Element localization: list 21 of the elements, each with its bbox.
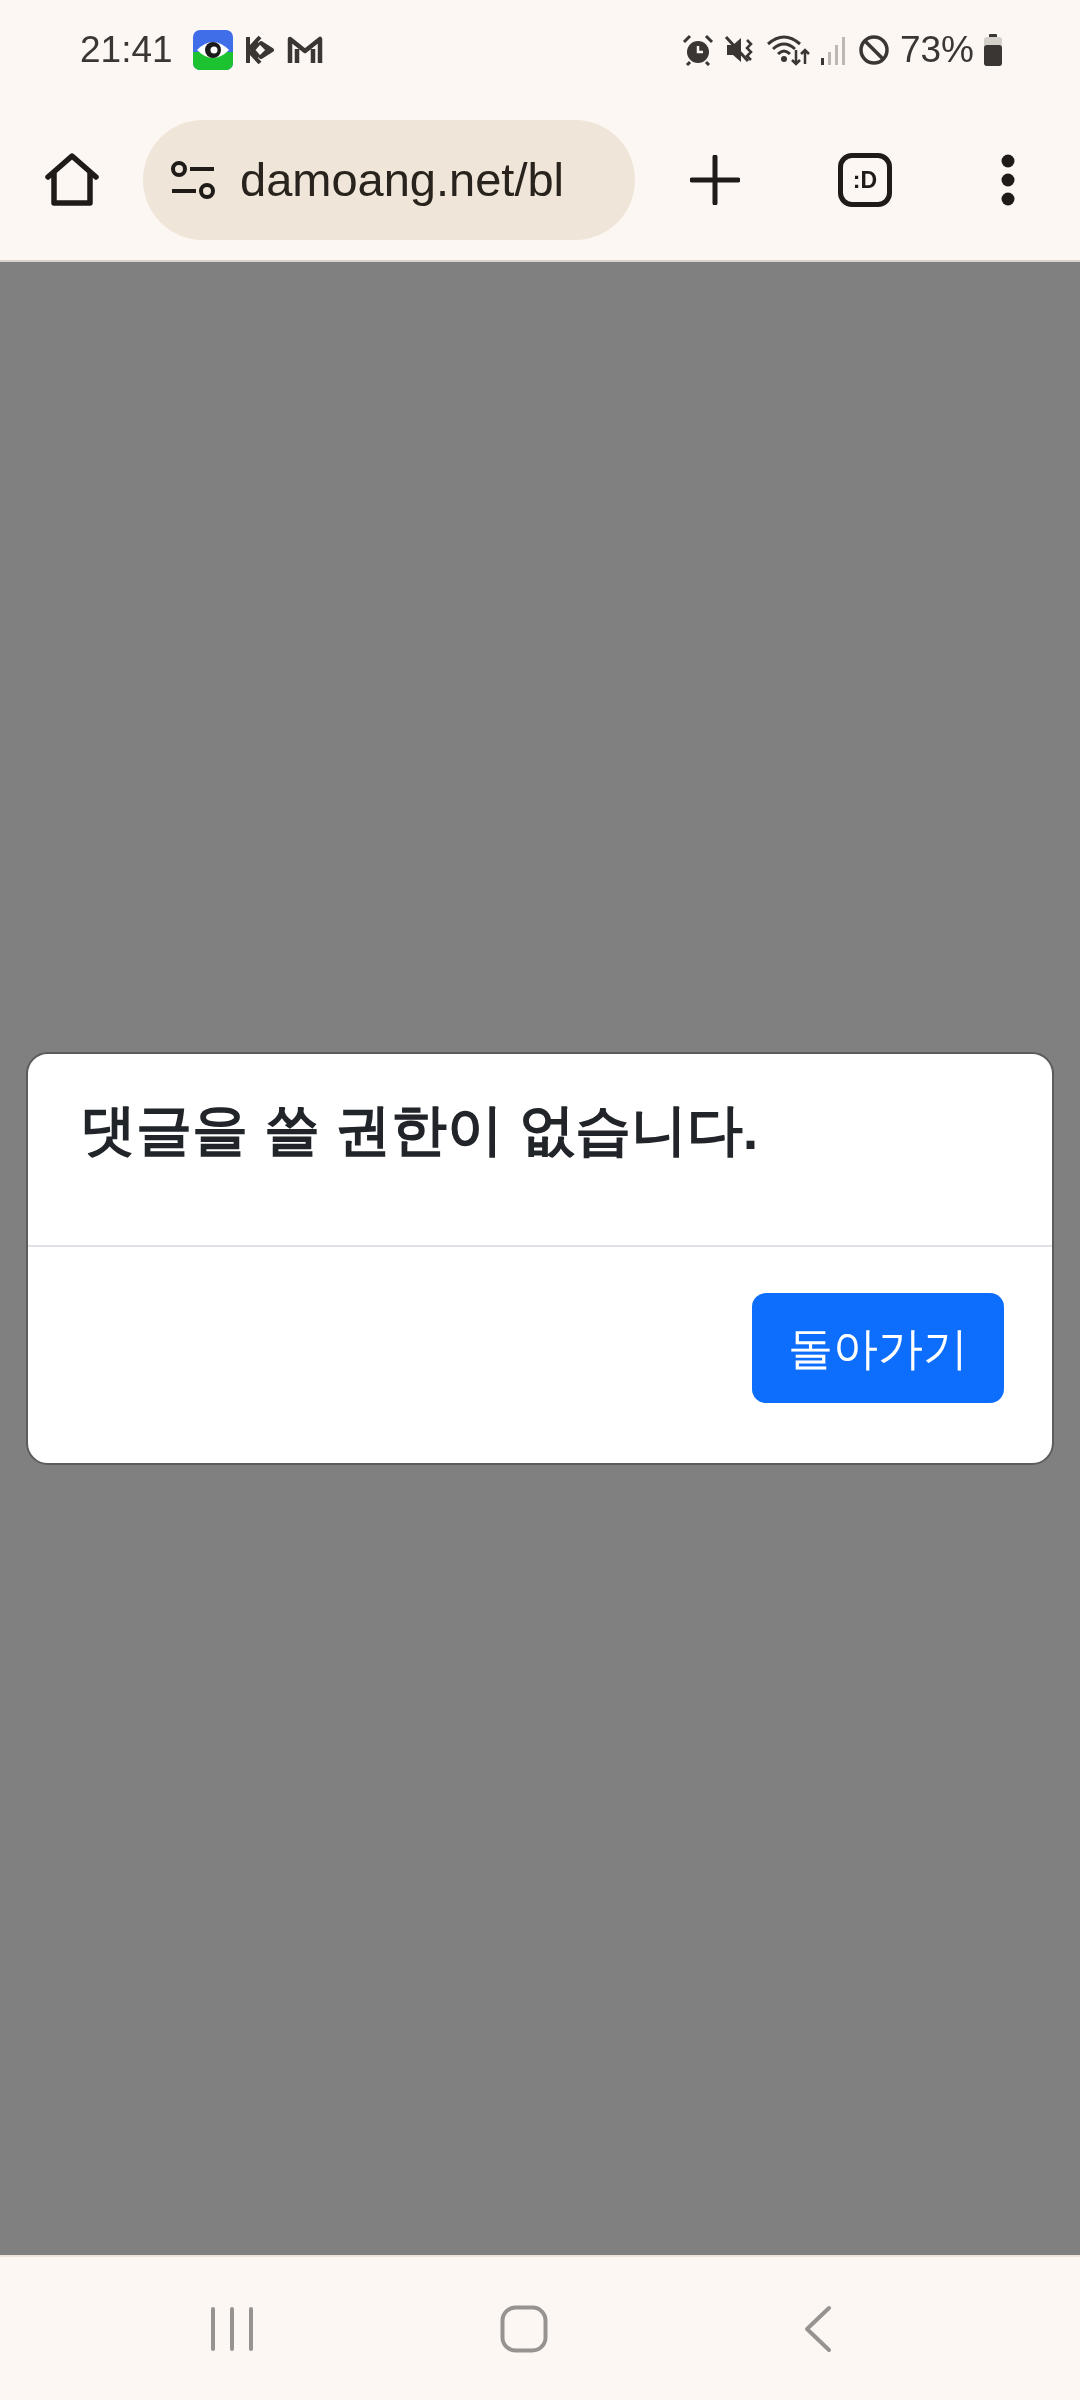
site-settings-icon[interactable]	[170, 160, 216, 200]
more-options-icon[interactable]	[1001, 154, 1015, 206]
k-shape-icon	[244, 34, 275, 66]
dialog-message: 댓글을 쓸 권한이 없습니다.	[80, 1097, 760, 1163]
signal-icon	[819, 34, 848, 66]
status-time: 21:41	[80, 28, 173, 72]
plus-icon[interactable]	[690, 155, 740, 205]
app-eye-tile-icon	[192, 30, 233, 70]
wifi-icon	[765, 34, 810, 66]
home-icon[interactable]	[44, 153, 100, 207]
alarm-icon	[681, 34, 714, 66]
recent-apps-icon[interactable]	[210, 2305, 254, 2352]
battery-percent: 73%	[899, 28, 974, 72]
return-button[interactable]: 돌아가기	[752, 1293, 1004, 1403]
battery-icon	[984, 34, 1002, 66]
url-text: damoang.net/bl	[240, 152, 565, 208]
blocked-circle-icon	[857, 34, 890, 66]
address-bar[interactable]: damoang.net/bl	[143, 120, 635, 240]
m-shape-icon	[286, 35, 323, 65]
back-icon[interactable]	[804, 2304, 832, 2353]
tab-switcher-button[interactable]: :D	[838, 153, 892, 207]
